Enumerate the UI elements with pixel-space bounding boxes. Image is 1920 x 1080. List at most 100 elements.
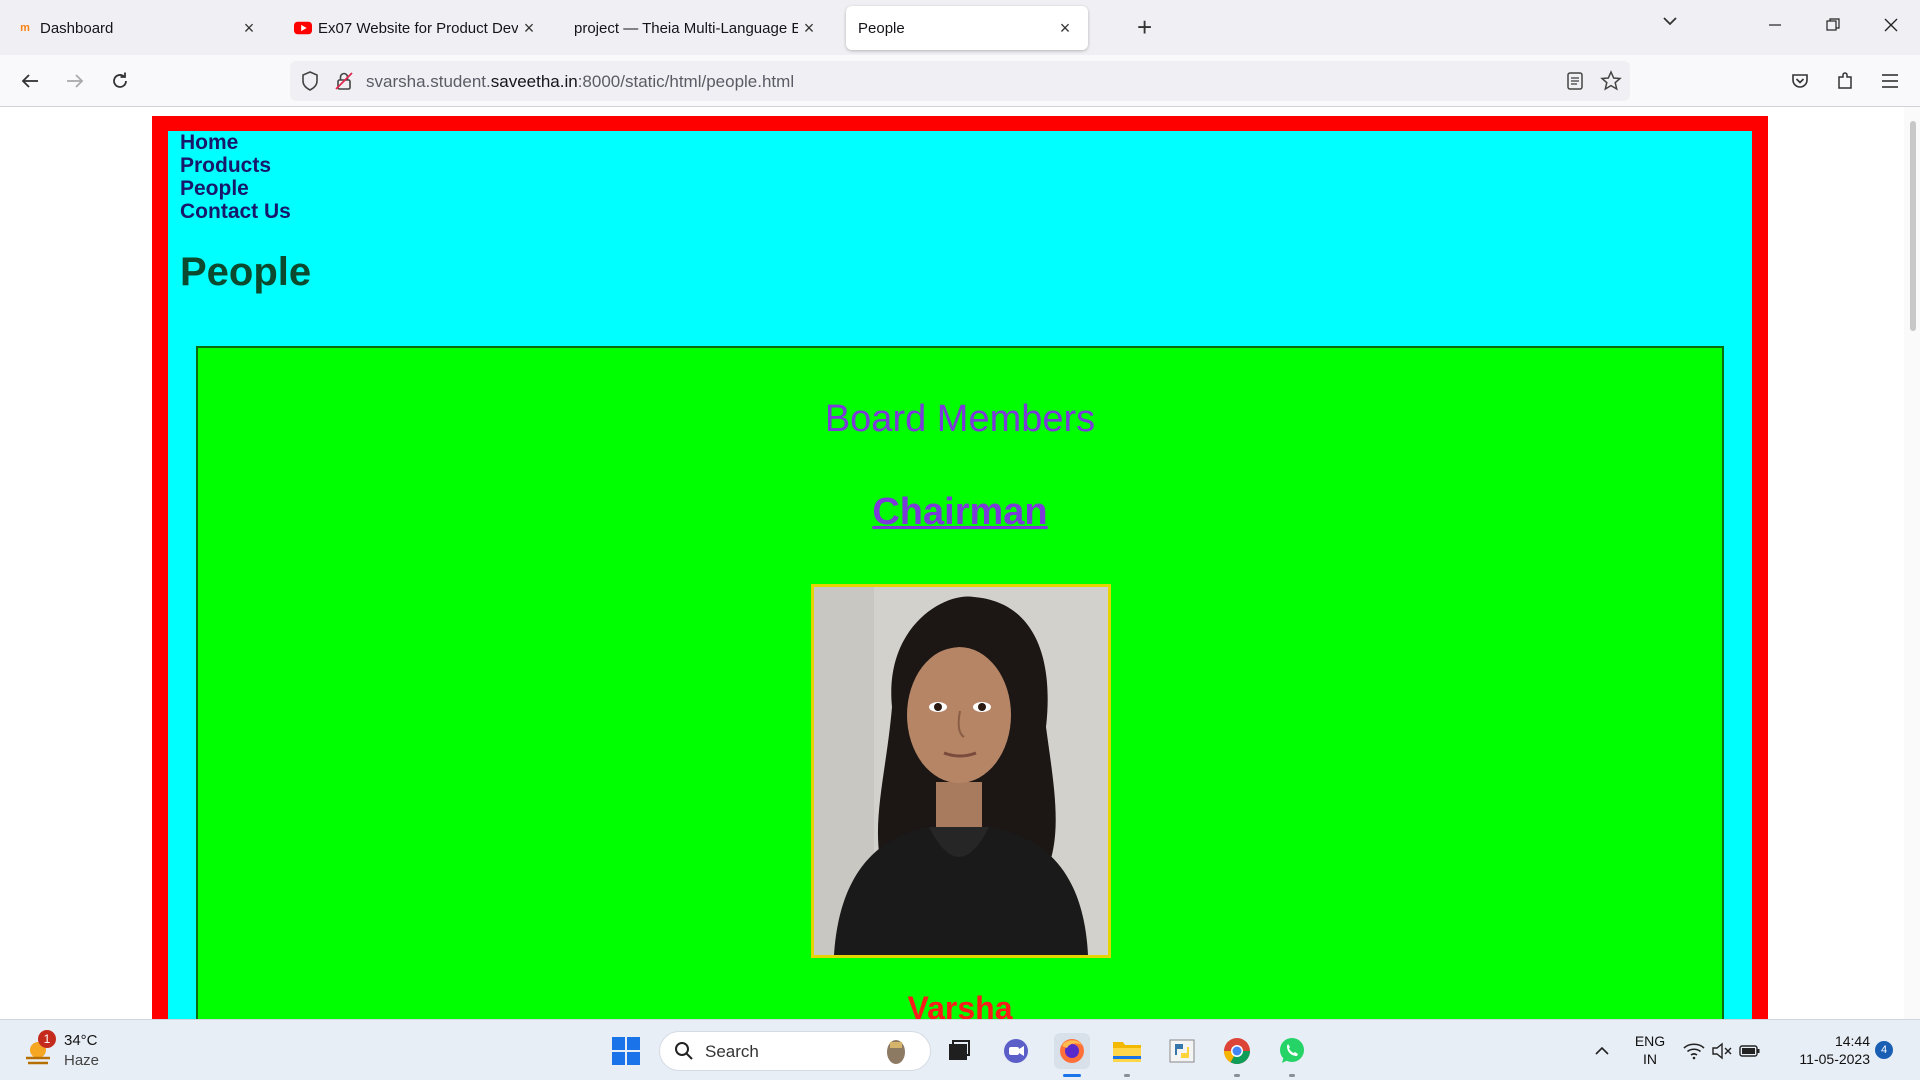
file-explorer-running-indicator [1124, 1074, 1130, 1077]
url-path: :8000/static/html/people.html [577, 72, 795, 91]
chrome-icon [1223, 1038, 1251, 1065]
battery-icon [1739, 1045, 1760, 1057]
close-tab-icon[interactable]: × [1054, 18, 1076, 39]
extensions-button[interactable] [1833, 69, 1857, 93]
minimize-button[interactable] [1768, 8, 1782, 44]
hamburger-menu-icon [1882, 74, 1898, 88]
windows-taskbar: 1 34°C Haze Search ENG IN 14:44 11-05-20… [0, 1019, 1920, 1080]
reader-view-icon[interactable] [1566, 71, 1584, 96]
task-view-icon [949, 1040, 970, 1060]
app-menu-button[interactable] [1878, 69, 1902, 93]
menu-contact-us-link[interactable]: Contact Us [180, 200, 291, 223]
tab-title: People [858, 19, 905, 37]
shield-icon[interactable] [300, 70, 320, 97]
speaker-muted-icon [1712, 1042, 1732, 1060]
minimize-icon [1769, 24, 1781, 26]
meet-button[interactable] [998, 1033, 1034, 1069]
search-label: Search [705, 1042, 759, 1061]
close-icon [1884, 18, 1898, 32]
wifi-icon [1683, 1043, 1705, 1060]
chevron-down-icon [1663, 17, 1677, 26]
navigation-toolbar: svarsha.student.saveetha.in:8000/static/… [0, 55, 1920, 107]
url-prefix: svarsha.student. [366, 72, 491, 91]
clock-time: 14:44 [1834, 1033, 1870, 1049]
tab-title: Ex07 Website for Product Devel [318, 19, 518, 37]
file-explorer-button[interactable] [1109, 1033, 1145, 1069]
chairman-photo [811, 584, 1111, 958]
section-title: Board Members [824, 398, 1096, 440]
puzzle-icon [1838, 72, 1852, 89]
python-icon [1169, 1039, 1195, 1063]
temperature: 34°C [64, 1032, 98, 1049]
url-domain: saveetha.in [490, 72, 578, 91]
region-code: IN [1643, 1051, 1657, 1067]
tab-strip: m Dashboard × Ex07 Website for Product D… [0, 0, 1920, 55]
tab-theia[interactable]: project — Theia Multi-Language Ex × [562, 6, 832, 50]
system-tray-status[interactable] [1682, 1033, 1762, 1069]
search-icon [675, 1042, 693, 1060]
close-tab-icon[interactable]: × [518, 18, 540, 39]
pocket-icon [1792, 74, 1808, 88]
chrome-button[interactable] [1219, 1033, 1255, 1069]
back-button[interactable] [18, 69, 42, 93]
restore-button[interactable] [1826, 8, 1840, 44]
menu-products-link[interactable]: Products [180, 154, 291, 177]
show-hidden-icons-button[interactable] [1584, 1033, 1620, 1069]
url-text[interactable]: svarsha.student.saveetha.in:8000/static/… [366, 72, 794, 92]
tab-title: Dashboard [40, 19, 114, 37]
web-page-viewport[interactable]: Home Products People Contact Us People B… [0, 107, 1920, 1019]
menu-people-link[interactable]: People [180, 177, 291, 200]
notification-badge[interactable]: 4 [1875, 1041, 1893, 1059]
insecure-lock-icon[interactable] [334, 70, 354, 97]
moodle-icon: m [20, 22, 30, 34]
page-title: People [180, 250, 312, 294]
language-indicator[interactable]: ENG IN [1628, 1032, 1672, 1068]
firefox-icon [1060, 1039, 1084, 1063]
search-highlight-icon [887, 1040, 905, 1064]
whatsapp-running-indicator [1289, 1074, 1295, 1077]
menu-home-link[interactable]: Home [180, 131, 291, 154]
whatsapp-button[interactable] [1274, 1033, 1310, 1069]
tab-youtube[interactable]: Ex07 Website for Product Devel × [282, 6, 552, 50]
weather-alert-badge: 1 [38, 1030, 56, 1048]
reload-button[interactable] [108, 69, 132, 93]
weather-condition: Haze [64, 1052, 100, 1069]
tab-dashboard[interactable]: m Dashboard × [4, 6, 272, 50]
close-tab-icon[interactable]: × [798, 18, 820, 39]
taskbar-search-box[interactable]: Search [659, 1031, 931, 1071]
person-name: Varsha [907, 990, 1013, 1019]
close-window-button[interactable] [1884, 8, 1898, 44]
tab-title: project — Theia Multi-Language Ex [574, 19, 798, 37]
page-container: Home Products People Contact Us People B… [168, 131, 1752, 1019]
reload-icon [113, 72, 127, 88]
whatsapp-icon [1280, 1038, 1304, 1063]
video-chat-icon [1004, 1039, 1028, 1063]
arrow-right-icon [67, 74, 84, 88]
board-members-panel: Board Members Chairman Varsha [196, 346, 1724, 1019]
task-view-button[interactable] [941, 1033, 977, 1069]
chevron-up-icon [1595, 1046, 1609, 1055]
start-button[interactable] [608, 1033, 644, 1069]
clock-date: 11-05-2023 [1799, 1051, 1870, 1067]
arrow-left-icon [21, 74, 38, 88]
windows-logo-icon [612, 1037, 640, 1065]
scrollbar-thumb[interactable] [1910, 121, 1916, 331]
python-idle-button[interactable] [1164, 1033, 1200, 1069]
address-bar[interactable]: svarsha.student.saveetha.in:8000/static/… [290, 61, 1630, 101]
new-tab-button[interactable]: + [1137, 12, 1152, 42]
chairman-heading-link[interactable]: Chairman [198, 491, 1722, 534]
tab-people[interactable]: People × [846, 6, 1088, 50]
youtube-icon [294, 19, 312, 37]
forward-button[interactable] [63, 69, 87, 93]
firefox-active-indicator [1063, 1074, 1081, 1077]
chrome-running-indicator [1234, 1074, 1240, 1077]
pocket-button[interactable] [1788, 69, 1812, 93]
close-tab-icon[interactable]: × [238, 18, 260, 39]
vertical-scrollbar[interactable] [1904, 107, 1920, 1019]
list-all-tabs-button[interactable] [1661, 12, 1679, 35]
firefox-taskbar-button[interactable] [1054, 1033, 1090, 1069]
clock[interactable]: 14:44 11-05-2023 [1780, 1032, 1870, 1068]
bookmark-star-icon[interactable] [1600, 70, 1622, 97]
site-menu: Home Products People Contact Us [180, 131, 291, 223]
restore-icon [1826, 18, 1840, 31]
